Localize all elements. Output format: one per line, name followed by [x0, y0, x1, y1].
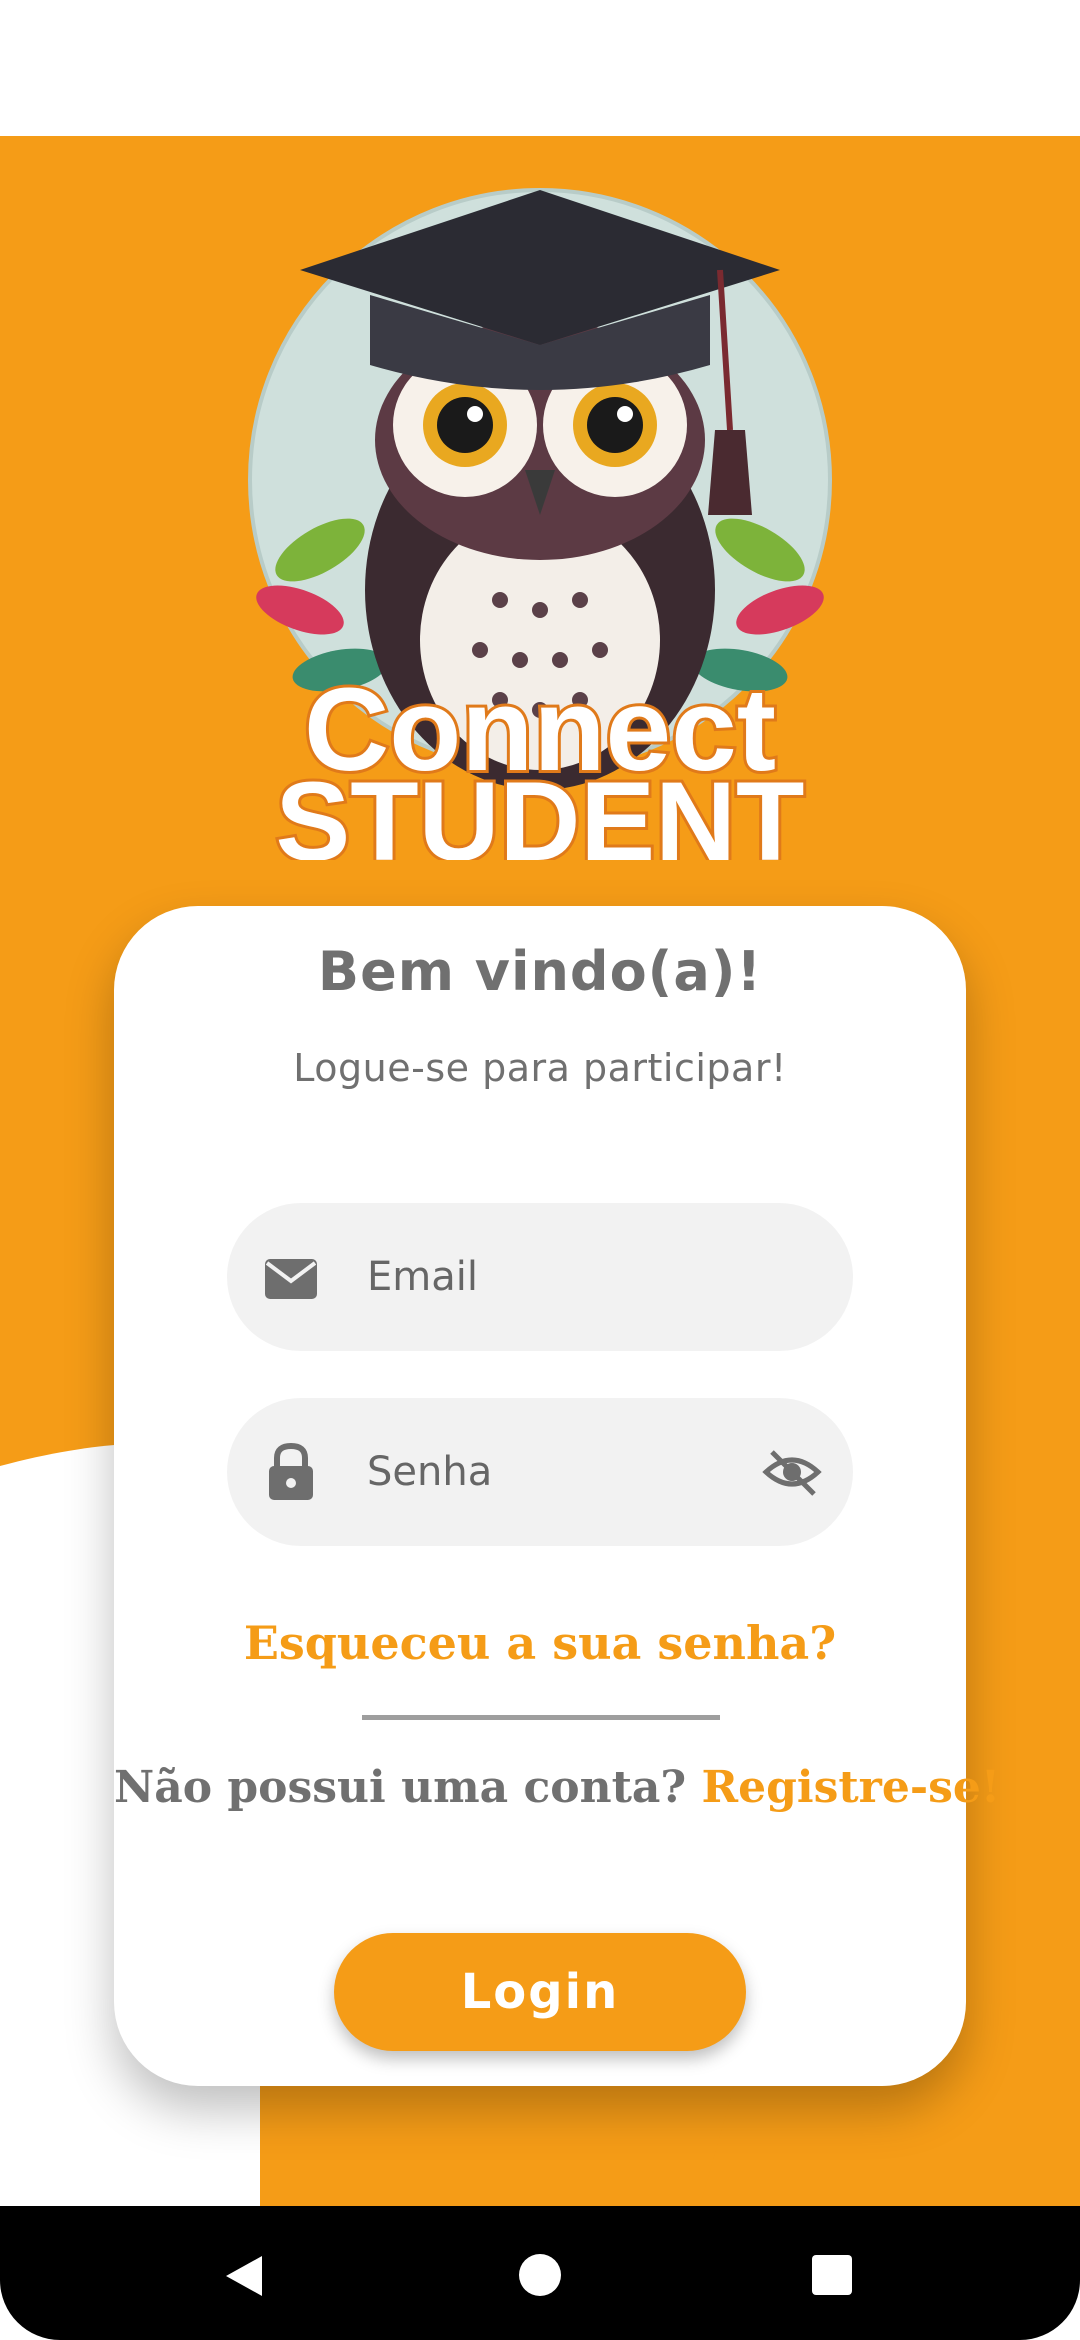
lock-icon: [269, 1442, 313, 1500]
login-button[interactable]: Login: [334, 1933, 746, 2051]
login-subtitle: Logue-se para participar!: [293, 1046, 787, 1090]
eye-off-icon[interactable]: [762, 1446, 822, 1498]
system-navigation-bar: [0, 2206, 1080, 2340]
home-circle-icon[interactable]: [519, 2254, 561, 2296]
mail-icon: [265, 1259, 317, 1299]
status-bar: [0, 0, 1080, 136]
password-field[interactable]: [227, 1398, 853, 1546]
recents-square-icon[interactable]: [812, 2255, 852, 2295]
register-link[interactable]: Registre-se!: [702, 1762, 1001, 1813]
logo-line-student: STUDENT: [276, 759, 805, 860]
welcome-title: Bem vindo(a)!: [317, 940, 763, 1003]
register-prompt: Não possui uma conta?: [114, 1762, 687, 1813]
divider: [362, 1715, 720, 1720]
email-field[interactable]: [227, 1203, 853, 1351]
connect-student-logo: Connect STUDENT: [248, 188, 832, 860]
password-input[interactable]: [367, 1398, 747, 1546]
register-prompt-line: Não possui uma conta? Registre-se!: [114, 1762, 1000, 1813]
login-card: Bem vindo(a)! Logue-se para participar! …: [114, 906, 1000, 2086]
back-triangle-icon[interactable]: [222, 2254, 264, 2298]
email-input[interactable]: [367, 1203, 747, 1351]
forgot-password-link[interactable]: Esqueceu a sua senha?: [114, 1616, 966, 1670]
